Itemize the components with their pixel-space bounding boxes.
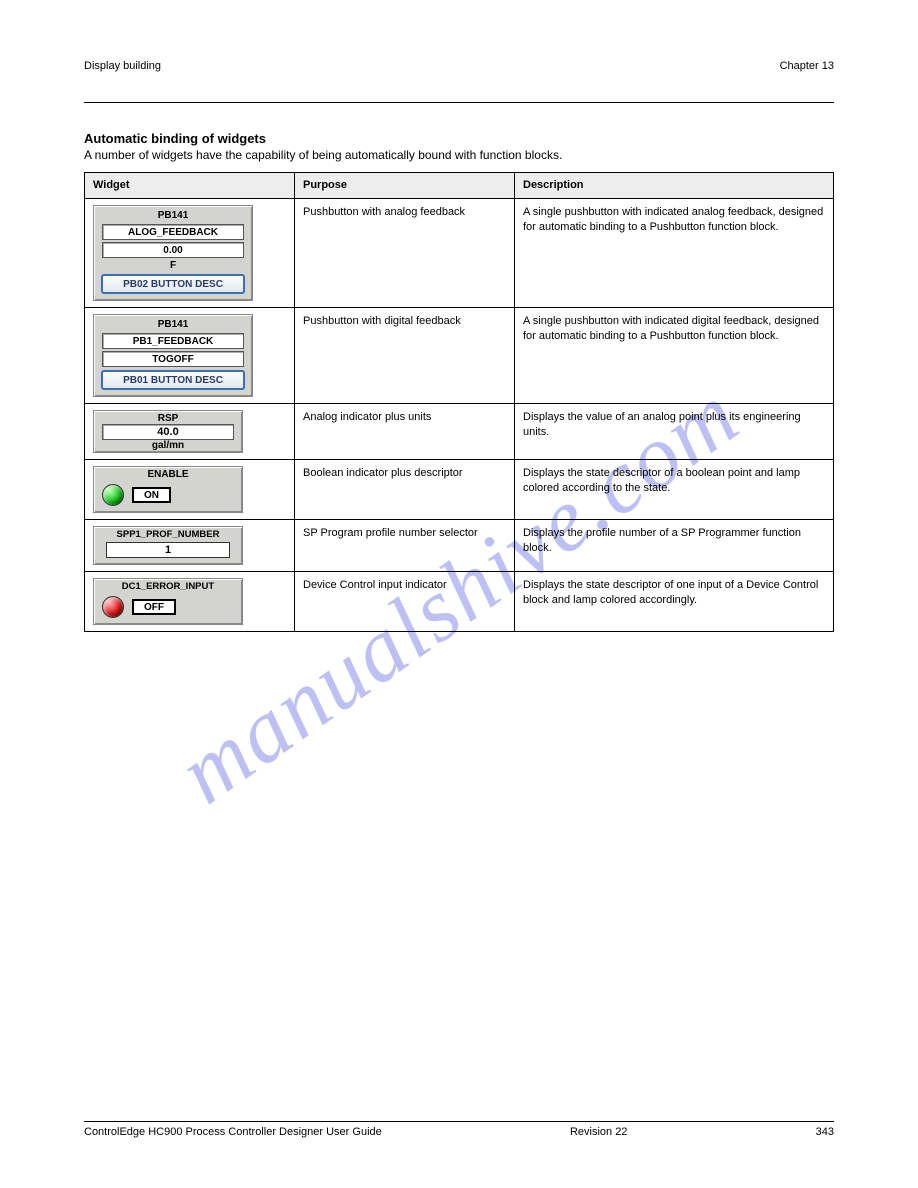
widgets-table: Widget Purpose Description PB141 ALOG_FE… [84, 172, 834, 632]
page-footer: ControlEdge HC900 Process Controller Des… [84, 1121, 834, 1138]
footer-revision: Revision 22 [570, 1126, 627, 1138]
desc-cell: Displays the state descriptor of a boole… [515, 460, 834, 520]
purpose-cell: Pushbutton with analog feedback [295, 199, 515, 308]
purpose-cell: Analog indicator plus units [295, 404, 515, 460]
header-left: Display building [84, 60, 161, 72]
purpose-cell: Boolean indicator plus descriptor [295, 460, 515, 520]
table-row: RSP 40.0 gal/mn Analog indicator plus un… [85, 404, 834, 460]
table-row: PB141 ALOG_FEEDBACK 0.00 F PB02 BUTTON D… [85, 199, 834, 308]
desc-cell: Displays the profile number of a SP Prog… [515, 520, 834, 572]
widget-cell: DC1_ERROR_INPUT OFF [85, 572, 295, 632]
desc-cell: A single pushbutton with indicated digit… [515, 308, 834, 404]
table-row: ENABLE ON Boolean indicator plus descrip… [85, 460, 834, 520]
analog-value: 0.00 [102, 242, 244, 258]
col-header-purpose: Purpose [295, 173, 515, 199]
header-right: Chapter 13 [780, 60, 834, 72]
feedback-label: ALOG_FEEDBACK [102, 224, 244, 240]
bool-lamp-panel: ENABLE ON [93, 466, 243, 513]
table-row: DC1_ERROR_INPUT OFF Device Control input… [85, 572, 834, 632]
pb-digital-panel: PB141 PB1_FEEDBACK TOGOFF PB01 BUTTON DE… [93, 314, 253, 397]
purpose-cell: SP Program profile number selector [295, 520, 515, 572]
numeric-value[interactable]: 1 [106, 542, 230, 558]
digital-state: TOGOFF [102, 351, 244, 367]
lamp-row: OFF [98, 594, 238, 620]
status-lamp-icon [102, 596, 124, 618]
widget-cell: RSP 40.0 gal/mn [85, 404, 295, 460]
analog-units-panel: RSP 40.0 gal/mn [93, 410, 243, 453]
panel-title: DC1_ERROR_INPUT [98, 581, 238, 592]
header-rule [84, 102, 834, 103]
lamp-row: ON [98, 482, 238, 508]
widget-cell: ENABLE ON [85, 460, 295, 520]
pb02-button[interactable]: PB02 BUTTON DESC [101, 274, 245, 294]
desc-cell: Displays the state descriptor of one inp… [515, 572, 834, 632]
section-body: A number of widgets have the capability … [84, 148, 834, 162]
bool-lamp-panel: DC1_ERROR_INPUT OFF [93, 578, 243, 625]
unit-label: F [98, 260, 248, 271]
desc-cell: A single pushbutton with indicated analo… [515, 199, 834, 308]
widget-cell: SPP1_PROF_NUMBER 1 [85, 520, 295, 572]
panel-title: PB141 [98, 319, 248, 330]
state-value: OFF [132, 599, 176, 615]
footer-page-number: 343 [816, 1126, 834, 1138]
pb01-button[interactable]: PB01 BUTTON DESC [101, 370, 245, 390]
unit-label: gal/mn [98, 440, 238, 451]
section-title: Automatic binding of widgets [84, 131, 834, 146]
panel-title: RSP [98, 413, 238, 424]
widget-cell: PB141 PB1_FEEDBACK TOGOFF PB01 BUTTON DE… [85, 308, 295, 404]
page: Display building Chapter 13 Automatic bi… [0, 0, 918, 1188]
table-row: PB141 PB1_FEEDBACK TOGOFF PB01 BUTTON DE… [85, 308, 834, 404]
panel-title: SPP1_PROF_NUMBER [98, 529, 238, 540]
purpose-cell: Pushbutton with digital feedback [295, 308, 515, 404]
status-lamp-icon [102, 484, 124, 506]
col-header-widget: Widget [85, 173, 295, 199]
pb-analog-panel: PB141 ALOG_FEEDBACK 0.00 F PB02 BUTTON D… [93, 205, 253, 301]
table-row: SPP1_PROF_NUMBER 1 SP Program profile nu… [85, 520, 834, 572]
state-value: ON [132, 487, 171, 503]
panel-title: ENABLE [98, 469, 238, 480]
widget-cell: PB141 ALOG_FEEDBACK 0.00 F PB02 BUTTON D… [85, 199, 295, 308]
col-header-desc: Description [515, 173, 834, 199]
numeric-panel: SPP1_PROF_NUMBER 1 [93, 526, 243, 565]
footer-doc-title: ControlEdge HC900 Process Controller Des… [84, 1126, 382, 1138]
panel-title: PB141 [98, 210, 248, 221]
running-header: Display building Chapter 13 [84, 60, 834, 72]
analog-value: 40.0 [102, 424, 234, 440]
desc-cell: Displays the value of an analog point pl… [515, 404, 834, 460]
feedback-label: PB1_FEEDBACK [102, 333, 244, 349]
purpose-cell: Device Control input indicator [295, 572, 515, 632]
